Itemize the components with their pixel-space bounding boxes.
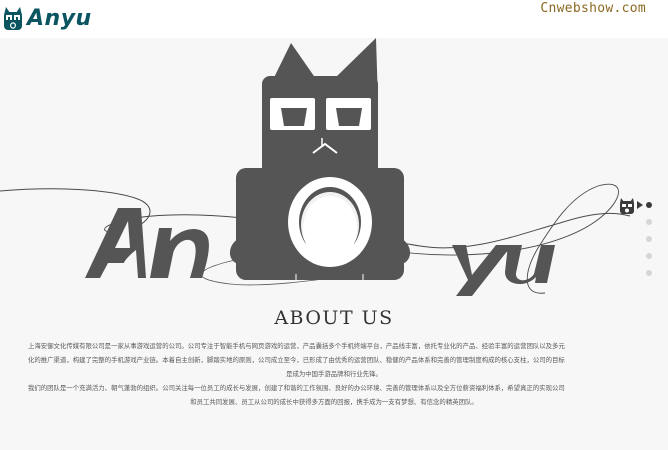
about-paragraph-line: 是成为中国手游品牌和行业先锋。 — [286, 370, 382, 378]
page-dot-1[interactable] — [646, 202, 652, 208]
letter-a-graphic — [85, 208, 146, 278]
swoosh-line-2 — [379, 183, 619, 294]
about-text: 上海安御文化传媒有限公司是一家从事游戏运营的公司。公司专注于智能手机与网页游戏的… — [28, 339, 640, 409]
arrow-right-icon — [637, 201, 643, 209]
about-paragraph-line: 化的推广渠道，构建了完整的手机游戏产业链。本着自主创新，脚踏实地的原则，公司成立… — [28, 356, 565, 364]
section-title: ABOUT US — [274, 307, 394, 329]
about-paragraph-line: 我们的团队是一个充满活力、朝气蓬勃的组织。公司关注每一位员工的成长与发展，创建了… — [28, 384, 565, 392]
page-dot-5[interactable] — [646, 270, 652, 276]
watermark: Cnwebshow.com — [540, 1, 646, 16]
logo-text: Anyu — [27, 6, 92, 31]
side-navigation — [618, 187, 662, 277]
page-dot-2[interactable] — [646, 219, 652, 225]
cat-mascot-illustration — [229, 38, 411, 280]
page-dot-4[interactable] — [646, 253, 652, 259]
hero-illustration — [0, 38, 631, 296]
page-dot-3[interactable] — [646, 236, 652, 242]
mascot-cat-icon — [4, 7, 22, 30]
letter-n-graphic — [150, 228, 209, 278]
mascot-cat-icon[interactable] — [618, 197, 636, 215]
header: Anyu Cnwebshow.com — [0, 0, 668, 38]
logo[interactable]: Anyu — [2, 4, 92, 34]
about-paragraph-line: 和员工共同发展、员工从公司的成长中获得多方面的回报，携手成为一支有梦想、有信念的… — [190, 398, 478, 406]
letter-y-graphic — [452, 245, 512, 296]
about-paragraph-line: 上海安御文化传媒有限公司是一家从事游戏运营的公司。公司专注于智能手机与网页游戏的… — [28, 342, 565, 350]
